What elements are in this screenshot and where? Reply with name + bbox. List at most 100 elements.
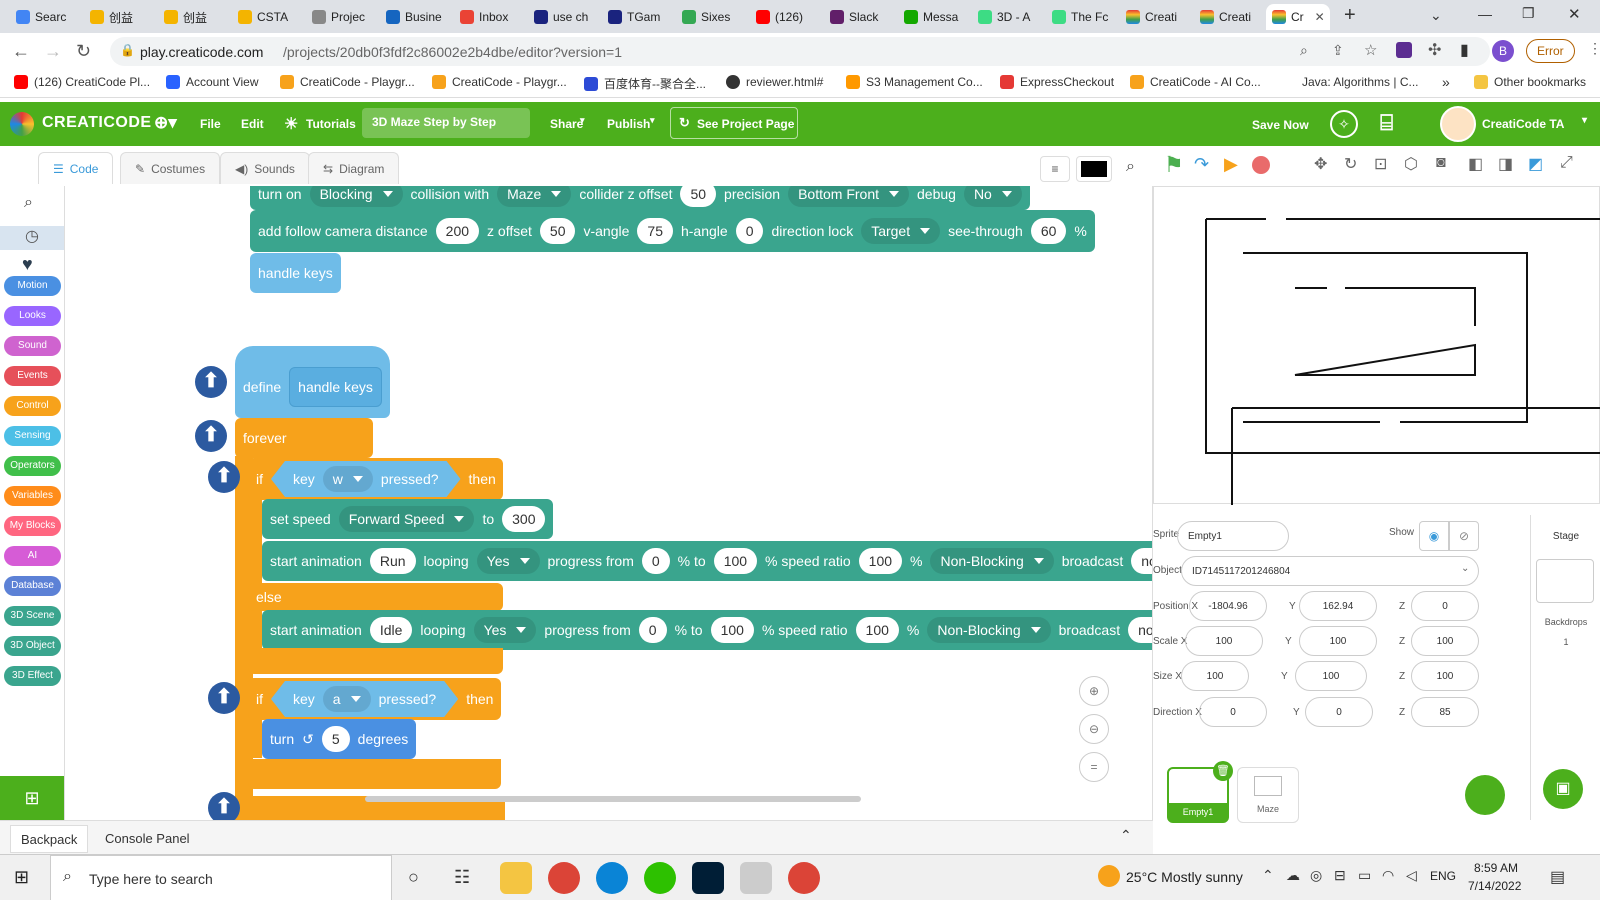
explore-icon[interactable]: ✧ xyxy=(1330,110,1358,138)
widgets-icon[interactable]: ☷ xyxy=(454,867,470,888)
language-indicator[interactable]: ENG xyxy=(1430,869,1456,883)
back-icon[interactable]: ← xyxy=(12,41,30,62)
see-through-input[interactable]: 60 xyxy=(1030,218,1067,244)
console-panel-tab[interactable]: Console Panel xyxy=(105,831,190,846)
blocking-dropdown[interactable]: Non-Blocking xyxy=(927,617,1051,643)
camera-icon[interactable]: ◙ xyxy=(1436,154,1446,172)
follow-camera-block[interactable]: add follow camera distance 200 z offset … xyxy=(250,210,1095,252)
speed-ratio-input[interactable]: 100 xyxy=(855,617,899,643)
menu-icon[interactable]: ⋮ xyxy=(1588,40,1600,57)
size-z-input[interactable]: 100 xyxy=(1411,661,1479,691)
broadcast-input[interactable]: non xyxy=(1131,548,1152,574)
turn-block[interactable]: turn ↺ 5 degrees xyxy=(262,719,417,759)
define-block[interactable]: define handle keys xyxy=(235,346,390,418)
browser-tab[interactable]: Inbox xyxy=(454,4,522,30)
browser-tab[interactable]: 3D - A xyxy=(972,4,1040,30)
tab-costumes[interactable]: ✎ Costumes xyxy=(120,152,221,184)
tutorials-menu[interactable]: Tutorials xyxy=(306,117,356,131)
clock-time[interactable]: 8:59 AM xyxy=(1474,861,1518,875)
progress-from-input[interactable]: 0 xyxy=(641,548,670,574)
if-block[interactable]: if key a pressed? then xyxy=(248,678,501,720)
category-control[interactable]: Control xyxy=(4,396,61,416)
browser-tab[interactable]: Creati xyxy=(1194,4,1262,30)
task-view-icon[interactable]: ○ xyxy=(408,867,419,888)
size-y-input[interactable]: 100 xyxy=(1295,661,1367,691)
new-tab-icon[interactable]: + xyxy=(1344,4,1356,27)
zoom-in-icon[interactable]: ⊕ xyxy=(1079,676,1109,706)
collision-mode-dropdown[interactable]: Blocking xyxy=(309,186,403,207)
profile-avatar[interactable]: B xyxy=(1492,40,1514,62)
category-3d-object[interactable]: 3D Object xyxy=(4,636,61,656)
share-menu[interactable]: Share xyxy=(550,117,583,131)
other-bookmarks[interactable]: Other bookmarks xyxy=(1474,75,1586,89)
search-icon[interactable]: ⌕ xyxy=(1126,158,1135,176)
browser-tab-active[interactable]: Cr ✕ xyxy=(1266,4,1330,30)
category-sound[interactable]: Sound xyxy=(4,336,61,356)
category-events[interactable]: Events xyxy=(4,366,61,386)
history-icon[interactable]: ◷ xyxy=(0,226,64,250)
speed-input[interactable]: 300 xyxy=(502,506,546,532)
backpack-tab[interactable]: Backpack xyxy=(10,825,89,853)
edge-icon[interactable] xyxy=(596,862,628,894)
set-speed-block[interactable]: set speed Forward Speed to 300 xyxy=(262,499,554,539)
puzzle-icon[interactable]: ✣ xyxy=(1428,40,1441,60)
category-database[interactable]: Database xyxy=(4,576,61,596)
category-sensing[interactable]: Sensing xyxy=(4,426,61,446)
large-stage-icon[interactable]: ◩ xyxy=(1528,154,1543,174)
stage-view[interactable] xyxy=(1153,186,1600,640)
publish-menu[interactable]: Publish xyxy=(607,117,650,131)
see-project-button[interactable]: ↻ See Project Page xyxy=(670,107,798,139)
browser-tab[interactable]: Creati xyxy=(1120,4,1188,30)
direction-x-input[interactable]: 0 xyxy=(1199,697,1267,727)
zoom-icon[interactable]: ⌕ xyxy=(1300,42,1308,59)
chevron-up-icon[interactable]: ⌃ xyxy=(1120,827,1132,844)
browser-tab[interactable]: Messa xyxy=(898,4,966,30)
restore-icon[interactable]: ❐ xyxy=(1522,5,1535,22)
looping-dropdown[interactable]: Yes xyxy=(473,617,537,643)
battery-icon[interactable]: ▭ xyxy=(1358,867,1371,884)
handle-keys-prototype[interactable]: handle keys xyxy=(289,367,382,407)
green-flag-icon[interactable]: ⚑ xyxy=(1164,152,1184,178)
bookmark[interactable]: Java: Algorithms | C... xyxy=(1282,75,1419,89)
category-operators[interactable]: Operators xyxy=(4,456,61,476)
arrow-up-icon[interactable]: ⬆ xyxy=(195,366,227,398)
add-backdrop-icon[interactable]: ▣ xyxy=(1543,769,1583,809)
arrow-up-icon[interactable]: ⬆ xyxy=(195,420,227,452)
clock-date[interactable]: 7/14/2022 xyxy=(1468,879,1521,893)
scale-z-input[interactable]: 100 xyxy=(1411,626,1479,656)
key-dropdown[interactable]: w xyxy=(323,466,373,492)
browser-tab[interactable]: Busine xyxy=(380,4,448,30)
tab-sounds[interactable]: ◀) Sounds xyxy=(220,152,310,184)
app-logo[interactable]: CREATICODE xyxy=(42,114,152,132)
debug-dropdown[interactable]: No xyxy=(963,186,1022,207)
browser-tab[interactable]: CSTA xyxy=(232,4,300,30)
speed-ratio-input[interactable]: 100 xyxy=(858,548,903,574)
progress-from-input[interactable]: 0 xyxy=(638,617,667,643)
tab-search-icon[interactable]: ⌄ xyxy=(1430,7,1442,24)
notification-icon[interactable]: ▤ xyxy=(1550,867,1565,887)
h-angle-input[interactable]: 0 xyxy=(735,218,764,244)
tray-icon[interactable]: ⊟ xyxy=(1334,867,1346,884)
browser-tab[interactable]: Searc xyxy=(10,4,78,30)
tray-icon[interactable]: ◎ xyxy=(1310,867,1322,884)
bookmark[interactable]: CreatiCode - AI Co... xyxy=(1130,75,1261,89)
blocking-dropdown[interactable]: Non-Blocking xyxy=(930,548,1054,574)
key-dropdown[interactable]: a xyxy=(323,686,371,712)
arrow-up-icon[interactable]: ⬆ xyxy=(208,682,240,714)
normal-stage-icon[interactable]: ◨ xyxy=(1498,154,1513,174)
stop-icon[interactable] xyxy=(1252,156,1270,174)
browser-tab[interactable]: Sixes xyxy=(676,4,744,30)
delete-sprite-icon[interactable]: 🗑 xyxy=(1213,761,1233,781)
wechat-icon[interactable] xyxy=(644,862,676,894)
browser-tab[interactable]: TGam xyxy=(602,4,670,30)
direction-lock-dropdown[interactable]: Target xyxy=(861,218,941,244)
category-motion[interactable]: Motion xyxy=(4,276,61,296)
volume-icon[interactable]: ◁ xyxy=(1406,867,1417,884)
direction-y-input[interactable]: 0 xyxy=(1305,697,1373,727)
bookmark[interactable]: CreatiCode - Playgr... xyxy=(432,75,567,89)
file-explorer-icon[interactable] xyxy=(500,862,532,894)
folder-icon[interactable]: ⌸ xyxy=(1380,110,1393,136)
cube-icon[interactable]: ⬡ xyxy=(1404,154,1418,174)
category-ai[interactable]: AI xyxy=(4,546,61,566)
show-eye-icon[interactable]: ◉ xyxy=(1419,521,1449,551)
